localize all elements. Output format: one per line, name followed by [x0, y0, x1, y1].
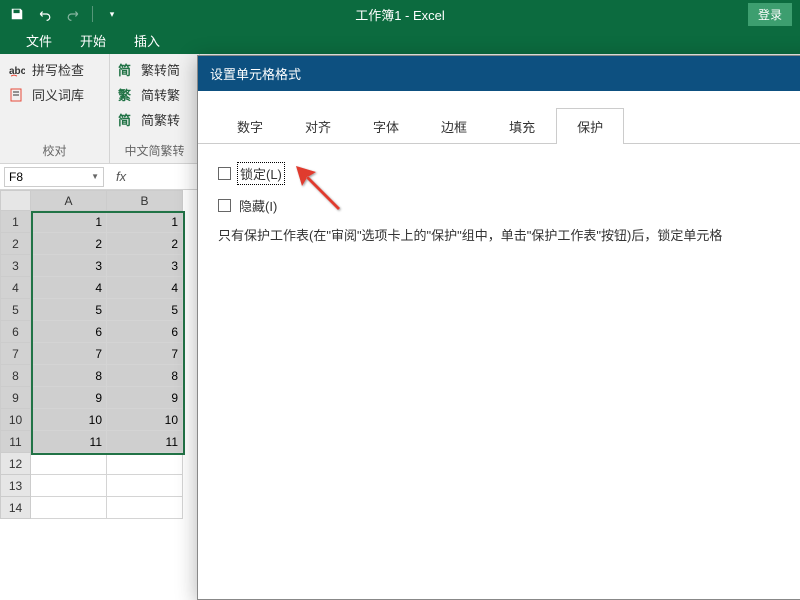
- cell[interactable]: 4: [107, 277, 183, 299]
- ribbon-tabs: 文件 开始 插入: [0, 28, 800, 54]
- dialog-tabs: 数字对齐字体边框填充保护: [198, 91, 800, 144]
- cell[interactable]: 6: [31, 321, 107, 343]
- row-header[interactable]: 4: [1, 277, 31, 299]
- ribbon-group-chinese-label: 中文简繁转: [118, 140, 191, 161]
- cell[interactable]: 9: [31, 387, 107, 409]
- chevron-down-icon[interactable]: ▼: [91, 172, 99, 181]
- dialog-title: 设置单元格格式: [198, 56, 800, 91]
- cell[interactable]: 10: [31, 409, 107, 431]
- dialog-tab[interactable]: 数字: [216, 108, 284, 144]
- cell[interactable]: 2: [107, 233, 183, 255]
- simp-to-trad-label: 简转繁: [141, 85, 180, 104]
- login-button[interactable]: 登录: [748, 3, 792, 26]
- cell[interactable]: 5: [107, 299, 183, 321]
- cell[interactable]: 10: [107, 409, 183, 431]
- undo-icon[interactable]: [36, 5, 54, 23]
- dialog-tab[interactable]: 对齐: [284, 108, 352, 144]
- row-header[interactable]: 13: [1, 475, 31, 497]
- cell[interactable]: 11: [107, 431, 183, 453]
- dialog-tab[interactable]: 填充: [488, 108, 556, 144]
- row-header[interactable]: 9: [1, 387, 31, 409]
- quick-access-toolbar: ▾: [0, 5, 121, 23]
- ribbon-group-proofing-label: 校对: [8, 140, 101, 161]
- cell[interactable]: 7: [31, 343, 107, 365]
- thesaurus-icon: [8, 87, 26, 103]
- hide-label: 隐藏(I): [237, 195, 279, 216]
- col-header[interactable]: A: [31, 191, 107, 211]
- cell[interactable]: [107, 453, 183, 475]
- redo-icon[interactable]: [64, 5, 82, 23]
- row-header[interactable]: 7: [1, 343, 31, 365]
- trad-icon: 繁: [118, 85, 131, 104]
- app-title: 工作簿1 - Excel: [355, 5, 445, 24]
- col-header[interactable]: B: [107, 191, 183, 211]
- save-icon[interactable]: [8, 5, 26, 23]
- row-header[interactable]: 2: [1, 233, 31, 255]
- cell[interactable]: 1: [31, 211, 107, 233]
- thesaurus-button[interactable]: 同义词库: [8, 85, 101, 104]
- trad-to-simp-label: 繁转简: [141, 60, 180, 79]
- dialog-tab[interactable]: 字体: [352, 108, 420, 144]
- dialog-tab[interactable]: 保护: [556, 108, 624, 144]
- tab-home[interactable]: 开始: [66, 27, 120, 54]
- cell[interactable]: 5: [31, 299, 107, 321]
- cell[interactable]: 7: [107, 343, 183, 365]
- hide-checkbox-row[interactable]: 隐藏(I): [218, 195, 796, 216]
- qat-separator: [92, 6, 93, 22]
- cell[interactable]: [31, 453, 107, 475]
- cell[interactable]: 3: [107, 255, 183, 277]
- cell[interactable]: 4: [31, 277, 107, 299]
- protection-hint: 只有保护工作表(在"审阅"选项卡上的"保护"组中，单击"保护工作表"按钮)后，锁…: [218, 226, 796, 246]
- ribbon-group-chinese: 简 繁转简 繁 简转繁 简 简繁转 中文简繁转: [110, 54, 200, 163]
- convert-icon: 简: [118, 110, 131, 129]
- row-header[interactable]: 5: [1, 299, 31, 321]
- format-cells-dialog: 设置单元格格式 数字对齐字体边框填充保护 锁定(L) 隐藏(I) 只有保护工作表…: [197, 55, 800, 600]
- title-bar: ▾ 工作簿1 - Excel 登录: [0, 0, 800, 28]
- spell-check-button[interactable]: abc 拼写检查: [8, 60, 101, 79]
- cell[interactable]: 6: [107, 321, 183, 343]
- spell-check-label: 拼写检查: [32, 60, 84, 79]
- select-all-cell[interactable]: [1, 191, 31, 211]
- row-header[interactable]: 8: [1, 365, 31, 387]
- name-box[interactable]: F8 ▼: [4, 167, 104, 187]
- trad-to-simp-button[interactable]: 简 繁转简: [118, 60, 191, 79]
- simp-to-trad-button[interactable]: 繁 简转繁: [118, 85, 191, 104]
- row-header[interactable]: 11: [1, 431, 31, 453]
- convert-button[interactable]: 简 简繁转: [118, 110, 191, 129]
- lock-label: 锁定(L): [237, 162, 285, 185]
- tab-file[interactable]: 文件: [12, 27, 66, 54]
- dialog-tab[interactable]: 边框: [420, 108, 488, 144]
- qat-customize-icon[interactable]: ▾: [103, 5, 121, 23]
- row-header[interactable]: 14: [1, 497, 31, 519]
- row-header[interactable]: 1: [1, 211, 31, 233]
- thesaurus-label: 同义词库: [32, 85, 84, 104]
- tab-insert[interactable]: 插入: [120, 27, 174, 54]
- cell[interactable]: 3: [31, 255, 107, 277]
- cell[interactable]: 8: [31, 365, 107, 387]
- lock-checkbox[interactable]: [218, 167, 231, 180]
- fx-label[interactable]: fx: [116, 169, 126, 184]
- simp-icon: 简: [118, 60, 131, 79]
- row-header[interactable]: 6: [1, 321, 31, 343]
- cell[interactable]: 9: [107, 387, 183, 409]
- dialog-body: 锁定(L) 隐藏(I) 只有保护工作表(在"审阅"选项卡上的"保护"组中，单击"…: [198, 144, 800, 264]
- row-header[interactable]: 12: [1, 453, 31, 475]
- cell[interactable]: 8: [107, 365, 183, 387]
- convert-label: 简繁转: [141, 110, 180, 129]
- hide-checkbox[interactable]: [218, 199, 231, 212]
- cell[interactable]: [31, 497, 107, 519]
- cell[interactable]: 2: [31, 233, 107, 255]
- cell[interactable]: 1: [107, 211, 183, 233]
- cell[interactable]: 11: [31, 431, 107, 453]
- lock-checkbox-row[interactable]: 锁定(L): [218, 162, 796, 185]
- cell[interactable]: [31, 475, 107, 497]
- name-box-value: F8: [9, 170, 23, 184]
- cell[interactable]: [107, 497, 183, 519]
- row-header[interactable]: 10: [1, 409, 31, 431]
- spell-check-icon: abc: [8, 62, 26, 78]
- ribbon-group-proofing: abc 拼写检查 同义词库 校对: [0, 54, 110, 163]
- row-header[interactable]: 3: [1, 255, 31, 277]
- cell[interactable]: [107, 475, 183, 497]
